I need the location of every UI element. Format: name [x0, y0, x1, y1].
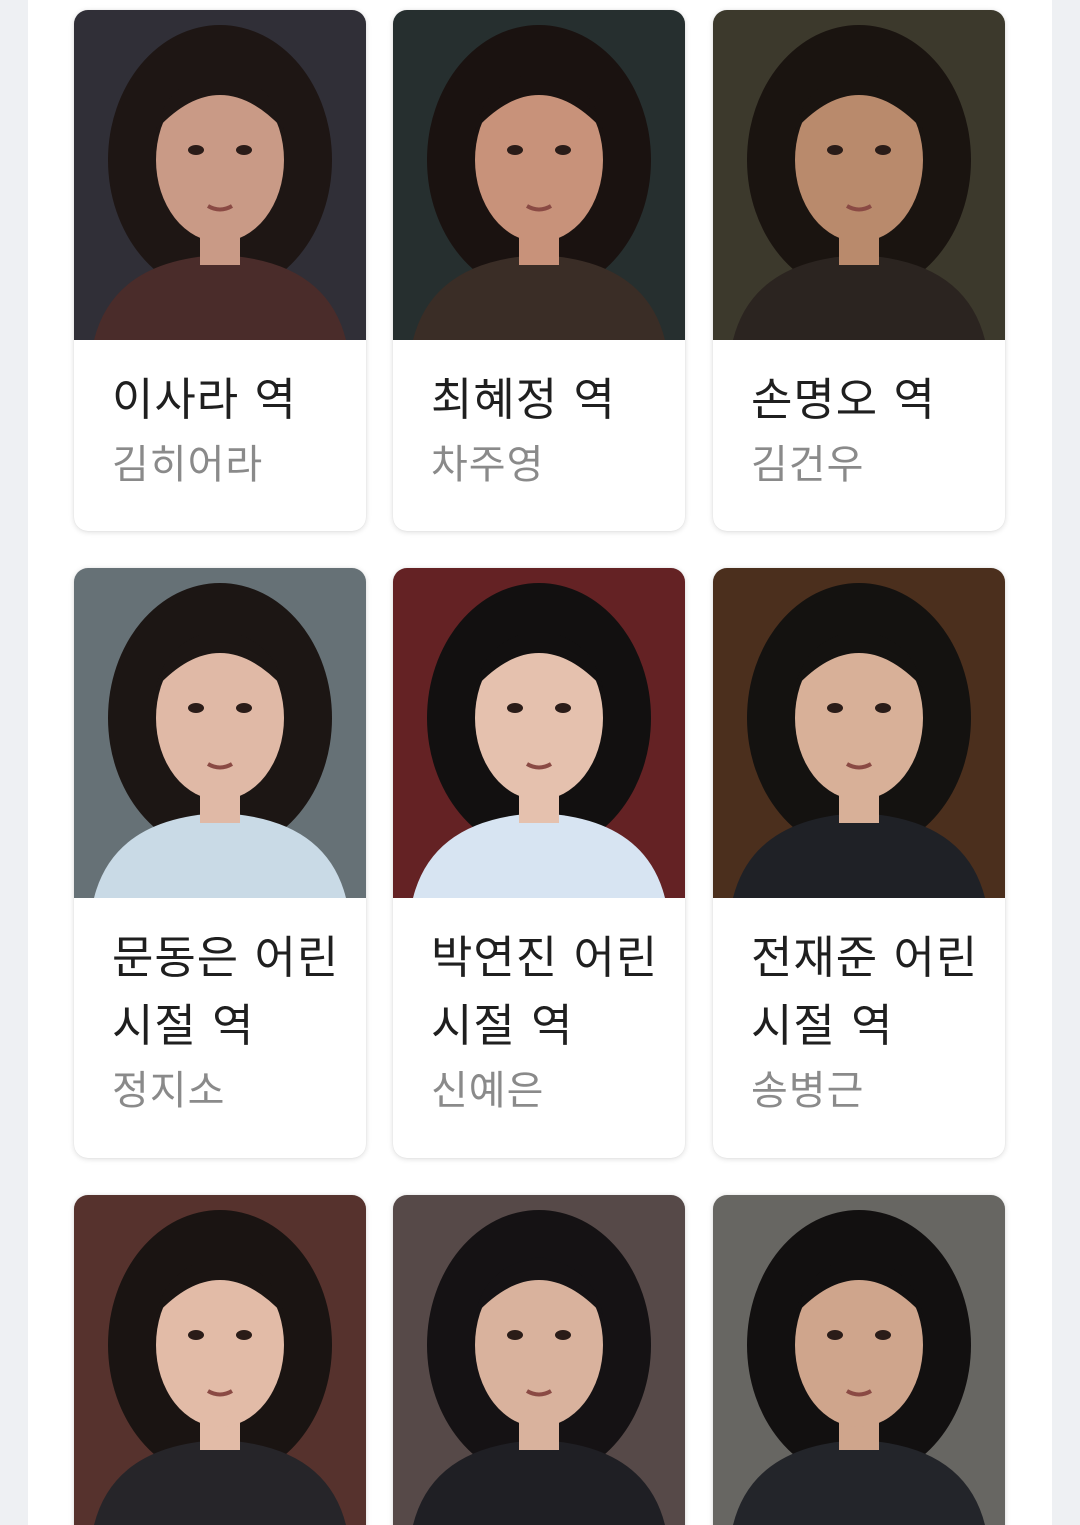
left-eye [188, 703, 204, 713]
role-name: 이사라 역 [112, 373, 297, 426]
portrait-image [393, 568, 685, 898]
right-eye [555, 703, 571, 713]
left-eye [507, 703, 523, 713]
cast-card[interactable] [393, 1195, 685, 1525]
right-eye [875, 145, 891, 155]
right-eye [236, 1330, 252, 1340]
cast-card[interactable] [713, 1195, 1005, 1525]
portrait-image [74, 1195, 366, 1525]
right-eye [555, 1330, 571, 1340]
right-eye [875, 1330, 891, 1340]
cast-photo [393, 1195, 685, 1525]
portrait-image [713, 1195, 1005, 1525]
cast-page: 이사라 역 김히어라 최혜정 역 차주영 손명오 역 김건우 문동은 어린 시절… [28, 0, 1052, 1525]
actor-name: 송병근 [751, 1068, 865, 1114]
actor-name: 신예은 [431, 1068, 545, 1114]
right-eye [236, 145, 252, 155]
cast-photo [393, 568, 685, 898]
role-name: 전재준 어린 시절 역 [751, 931, 979, 1052]
cast-card[interactable]: 박연진 어린 시절 역 신예은 [393, 568, 685, 1158]
role-name: 최혜정 역 [431, 373, 616, 426]
right-eye [875, 703, 891, 713]
actor-name: 김건우 [751, 442, 865, 488]
portrait-image [74, 10, 366, 340]
cast-photo [713, 10, 1005, 340]
cast-card[interactable] [74, 1195, 366, 1525]
cast-photo [713, 1195, 1005, 1525]
left-eye [188, 1330, 204, 1340]
cast-photo [74, 568, 366, 898]
cast-photo [393, 10, 685, 340]
portrait-image [393, 1195, 685, 1525]
right-eye [555, 145, 571, 155]
portrait-image [393, 10, 685, 340]
left-eye [507, 1330, 523, 1340]
right-eye [236, 703, 252, 713]
cast-card[interactable]: 손명오 역 김건우 [713, 10, 1005, 531]
role-name: 문동은 어린 시절 역 [112, 931, 340, 1052]
cast-card[interactable]: 이사라 역 김히어라 [74, 10, 366, 531]
actor-name: 차주영 [431, 442, 545, 488]
left-eye [507, 145, 523, 155]
portrait-image [713, 568, 1005, 898]
left-eye [827, 703, 843, 713]
cast-card[interactable]: 전재준 어린 시절 역 송병근 [713, 568, 1005, 1158]
cast-card[interactable]: 최혜정 역 차주영 [393, 10, 685, 531]
left-eye [827, 1330, 843, 1340]
actor-name: 정지소 [112, 1068, 226, 1114]
role-name: 박연진 어린 시절 역 [431, 931, 659, 1052]
left-eye [188, 145, 204, 155]
cast-card[interactable]: 문동은 어린 시절 역 정지소 [74, 568, 366, 1158]
portrait-image [74, 568, 366, 898]
portrait-image [713, 10, 1005, 340]
cast-photo [74, 1195, 366, 1525]
cast-photo [74, 10, 366, 340]
cast-photo [713, 568, 1005, 898]
role-name: 손명오 역 [751, 373, 936, 426]
actor-name: 김히어라 [112, 442, 264, 488]
left-eye [827, 145, 843, 155]
